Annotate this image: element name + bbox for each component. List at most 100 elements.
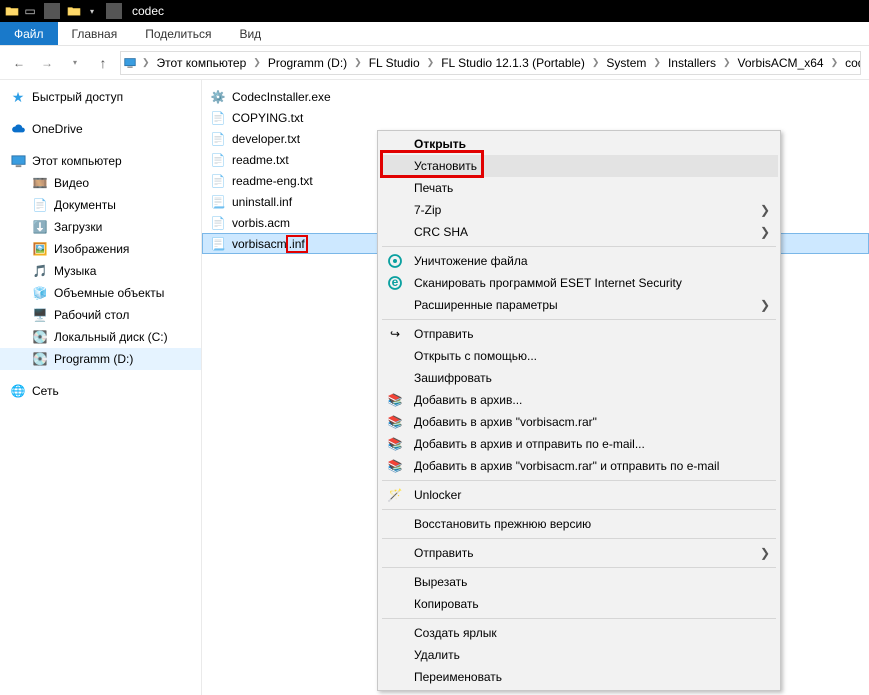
sidebar-item-drive-c[interactable]: 💽 Локальный диск (C:) bbox=[0, 326, 201, 348]
breadcrumb-item[interactable]: FL Studio 12.1.3 (Portable) bbox=[437, 56, 589, 70]
sidebar-onedrive[interactable]: OneDrive bbox=[0, 118, 201, 140]
share-icon: ↪ bbox=[386, 327, 404, 341]
txt-icon: 📄 bbox=[210, 173, 226, 189]
menu-separator bbox=[382, 567, 776, 568]
chevron-right-icon[interactable]: ❯ bbox=[828, 57, 842, 68]
menu-rar-named-mail[interactable]: 📚Добавить в архив "vorbisacm.rar" и отпр… bbox=[380, 455, 778, 477]
dropdown-icon[interactable]: ▾ bbox=[84, 3, 100, 19]
menu-open[interactable]: Открыть bbox=[380, 133, 778, 155]
txt-icon: 📄 bbox=[210, 152, 226, 168]
menu-install[interactable]: Установить bbox=[380, 155, 778, 177]
desktop-icon: 🖥️ bbox=[32, 307, 48, 323]
chevron-right-icon[interactable]: ❯ bbox=[589, 57, 603, 68]
sidebar-item-label: Локальный диск (C:) bbox=[54, 330, 168, 344]
menu-shred[interactable]: Уничтожение файла bbox=[380, 250, 778, 272]
sidebar-item-downloads[interactable]: ⬇️Загрузки bbox=[0, 216, 201, 238]
sidebar-item-label: Загрузки bbox=[54, 220, 102, 234]
document-icon: 📄 bbox=[32, 197, 48, 213]
properties-icon[interactable]: ▭ bbox=[22, 3, 38, 19]
pictures-icon: 🖼️ bbox=[32, 241, 48, 257]
breadcrumb-item[interactable]: System bbox=[602, 56, 650, 70]
context-menu: Открыть Установить Печать 7-Zip❯ CRC SHA… bbox=[377, 130, 781, 691]
menu-rename[interactable]: Переименовать bbox=[380, 666, 778, 688]
winrar-icon: 📚 bbox=[386, 415, 404, 429]
menu-copy[interactable]: Копировать bbox=[380, 593, 778, 615]
file-name: readme.txt bbox=[232, 153, 289, 167]
sidebar-this-pc[interactable]: Этот компьютер bbox=[0, 150, 201, 172]
sidebar-item-music[interactable]: 🎵 Музыка bbox=[0, 260, 201, 282]
nav-back-button[interactable]: ← bbox=[8, 52, 30, 74]
chevron-right-icon[interactable]: ❯ bbox=[650, 57, 664, 68]
menu-unlocker[interactable]: 🪄Unlocker bbox=[380, 484, 778, 506]
breadcrumb-item[interactable]: codec bbox=[841, 56, 861, 70]
menu-separator bbox=[382, 618, 776, 619]
sidebar-item-videos[interactable]: 🎞️Видео bbox=[0, 172, 201, 194]
inf-icon: 📃 bbox=[210, 236, 226, 252]
sidebar-item-label: Музыка bbox=[54, 264, 96, 278]
file-icon: 📄 bbox=[210, 215, 226, 231]
menu-openwith[interactable]: Открыть с помощью... bbox=[380, 345, 778, 367]
menu-share[interactable]: ↪Отправить bbox=[380, 323, 778, 345]
sidebar-item-drive-d[interactable]: 💽Programm (D:) bbox=[0, 348, 201, 370]
file-item[interactable]: ⚙️CodecInstaller.exe bbox=[202, 86, 869, 107]
sidebar-item-desktop[interactable]: 🖥️Рабочий стол bbox=[0, 304, 201, 326]
menu-rar-named[interactable]: 📚Добавить в архив "vorbisacm.rar" bbox=[380, 411, 778, 433]
menu-sendto[interactable]: Отправить❯ bbox=[380, 542, 778, 564]
tab-file[interactable]: Файл bbox=[0, 22, 58, 45]
menu-separator bbox=[382, 509, 776, 510]
ribbon-tabs: Файл Главная Поделиться Вид bbox=[0, 22, 869, 46]
file-name: CodecInstaller.exe bbox=[232, 90, 331, 104]
chevron-right-icon[interactable]: ❯ bbox=[139, 57, 153, 68]
drive-icon: 💽 bbox=[32, 329, 48, 345]
sidebar-item-3dobjects[interactable]: 🧊Объемные объекты bbox=[0, 282, 201, 304]
nav-recent-dropdown[interactable]: ▾ bbox=[64, 52, 86, 74]
breadcrumb-item[interactable]: FL Studio bbox=[365, 56, 424, 70]
address-bar: ← → ▾ ↑ ❯ Этот компьютер❯ Programm (D:)❯… bbox=[0, 46, 869, 80]
wand-icon: 🪄 bbox=[386, 488, 404, 502]
breadcrumb-item[interactable]: Programm (D:) bbox=[264, 56, 351, 70]
sidebar-quick-access[interactable]: ★ Быстрый доступ bbox=[0, 86, 201, 108]
sidebar-network[interactable]: 🌐 Сеть bbox=[0, 380, 201, 402]
menu-advanced[interactable]: Расширенные параметры❯ bbox=[380, 294, 778, 316]
file-name: COPYING.txt bbox=[232, 111, 303, 125]
breadcrumb[interactable]: ❯ Этот компьютер❯ Programm (D:)❯ FL Stud… bbox=[120, 51, 861, 75]
menu-rar-mail[interactable]: 📚Добавить в архив и отправить по e-mail.… bbox=[380, 433, 778, 455]
titlebar: ▭ ▾ codec bbox=[0, 0, 869, 22]
breadcrumb-item[interactable]: Этот компьютер bbox=[153, 56, 251, 70]
menu-7zip[interactable]: 7-Zip❯ bbox=[380, 199, 778, 221]
txt-icon: 📄 bbox=[210, 131, 226, 147]
chevron-right-icon[interactable]: ❯ bbox=[250, 57, 264, 68]
menu-crcsha[interactable]: CRC SHA❯ bbox=[380, 221, 778, 243]
chevron-right-icon: ❯ bbox=[760, 225, 770, 239]
tab-view[interactable]: Вид bbox=[225, 22, 275, 45]
menu-encrypt[interactable]: Зашифровать bbox=[380, 367, 778, 389]
menu-rar-add[interactable]: 📚Добавить в архив... bbox=[380, 389, 778, 411]
file-item[interactable]: 📄COPYING.txt bbox=[202, 107, 869, 128]
menu-delete[interactable]: Удалить bbox=[380, 644, 778, 666]
sidebar-item-documents[interactable]: 📄Документы bbox=[0, 194, 201, 216]
menu-shortcut[interactable]: Создать ярлык bbox=[380, 622, 778, 644]
breadcrumb-item[interactable]: Installers bbox=[664, 56, 720, 70]
eset-icon bbox=[386, 254, 404, 268]
menu-separator bbox=[382, 480, 776, 481]
tab-home[interactable]: Главная bbox=[58, 22, 132, 45]
chevron-right-icon[interactable]: ❯ bbox=[424, 57, 438, 68]
menu-restore[interactable]: Восстановить прежнюю версию bbox=[380, 513, 778, 535]
menu-separator bbox=[382, 319, 776, 320]
menu-print[interactable]: Печать bbox=[380, 177, 778, 199]
sidebar-item-label: Этот компьютер bbox=[32, 154, 122, 168]
sidebar-item-pictures[interactable]: 🖼️Изображения bbox=[0, 238, 201, 260]
menu-separator bbox=[382, 538, 776, 539]
menu-scan[interactable]: eСканировать программой ESET Internet Se… bbox=[380, 272, 778, 294]
drive-icon: 💽 bbox=[32, 351, 48, 367]
video-icon: 🎞️ bbox=[32, 175, 48, 191]
music-icon: 🎵 bbox=[32, 263, 48, 279]
tab-share[interactable]: Поделиться bbox=[131, 22, 225, 45]
menu-cut[interactable]: Вырезать bbox=[380, 571, 778, 593]
nav-up-button[interactable]: ↑ bbox=[92, 52, 114, 74]
network-icon: 🌐 bbox=[10, 383, 26, 399]
chevron-right-icon[interactable]: ❯ bbox=[351, 57, 365, 68]
breadcrumb-item[interactable]: VorbisACM_x64 bbox=[734, 56, 828, 70]
chevron-right-icon[interactable]: ❯ bbox=[720, 57, 734, 68]
pc-icon bbox=[123, 55, 137, 71]
